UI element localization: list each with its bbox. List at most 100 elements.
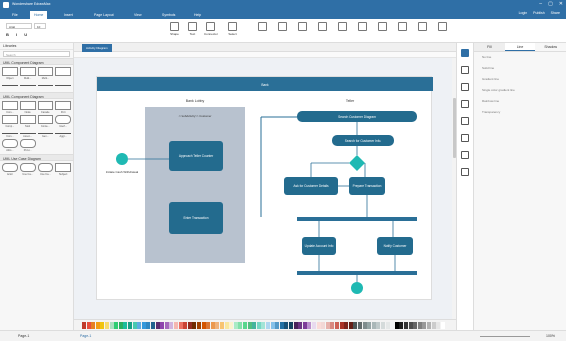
color-swatch[interactable]	[362, 322, 367, 329]
shape-item[interactable]	[55, 67, 71, 76]
line-option-rainbow[interactable]: Rainbow line	[474, 96, 566, 107]
color-swatch[interactable]	[367, 322, 372, 329]
color-swatch[interactable]	[316, 322, 321, 329]
color-swatch[interactable]	[307, 322, 312, 329]
arrange-icon[interactable]	[318, 22, 327, 31]
color-swatch[interactable]	[243, 322, 247, 329]
menu-tab-help[interactable]: Help	[190, 11, 205, 19]
color-swatch[interactable]	[183, 322, 188, 329]
decision-node[interactable]	[349, 155, 365, 171]
library-section-uml-component[interactable]: UML Component Diagram	[0, 58, 73, 65]
zoom-slider[interactable]	[480, 336, 530, 337]
color-swatch[interactable]	[330, 322, 335, 329]
color-swatch[interactable]	[238, 322, 243, 329]
fill-icon[interactable]	[278, 22, 287, 31]
shape-item[interactable]	[2, 133, 18, 134]
shape-item[interactable]	[19, 133, 36, 134]
color-swatch[interactable]	[169, 322, 174, 329]
shape-item[interactable]	[2, 85, 18, 86]
color-swatch[interactable]	[436, 322, 441, 329]
color-swatch[interactable]	[279, 322, 284, 329]
color-swatch[interactable]	[105, 322, 109, 329]
color-swatch[interactable]	[261, 322, 266, 329]
text-format-icon[interactable]	[461, 66, 469, 74]
color-swatch[interactable]	[178, 322, 183, 329]
shape-tool[interactable]: Shape	[170, 22, 179, 36]
format-icon[interactable]	[461, 49, 469, 57]
line-option-single-gradient[interactable]: Single color gradient line	[474, 85, 566, 96]
color-swatch[interactable]	[252, 322, 257, 329]
subject-shape[interactable]	[55, 163, 71, 172]
image-icon[interactable]	[461, 83, 469, 91]
maximize-button[interactable]: ▢	[548, 1, 553, 7]
library-search-input[interactable]: Search	[3, 51, 70, 57]
menu-tab-file[interactable]: File	[8, 11, 22, 19]
library-section-uml-component-2[interactable]: UML Component Diagram	[0, 92, 73, 99]
color-swatch[interactable]	[266, 322, 270, 329]
color-swatch[interactable]	[91, 322, 96, 329]
use-case-shape[interactable]	[19, 163, 36, 172]
color-swatch[interactable]	[422, 322, 427, 329]
color-swatch[interactable]	[229, 322, 234, 329]
replace-icon[interactable]	[438, 22, 447, 31]
minimize-button[interactable]: –	[539, 1, 542, 7]
size-icon[interactable]	[398, 22, 407, 31]
shape-item[interactable]	[19, 67, 36, 76]
color-swatch[interactable]	[312, 322, 316, 329]
shape-item[interactable]	[19, 115, 36, 124]
color-swatch[interactable]	[118, 322, 123, 329]
shape-item[interactable]	[2, 115, 18, 124]
shape-item[interactable]	[55, 85, 71, 86]
document-tab[interactable]: Activity Diagram	[82, 44, 112, 52]
menu-tab-symbols[interactable]: Symbols	[158, 11, 179, 19]
color-swatch[interactable]	[123, 322, 128, 329]
page-selector[interactable]: Page-1	[18, 334, 29, 338]
color-swatch[interactable]	[413, 322, 418, 329]
color-swatch[interactable]	[215, 322, 220, 329]
color-swatch[interactable]	[427, 322, 431, 329]
color-swatch[interactable]	[335, 322, 339, 329]
menu-tab-insert[interactable]: Insert	[60, 11, 77, 19]
menu-tab-view[interactable]: View	[130, 11, 146, 19]
close-button[interactable]: ✕	[559, 1, 563, 7]
rotate-icon[interactable]	[378, 22, 387, 31]
color-swatch[interactable]	[358, 322, 362, 329]
color-swatch[interactable]	[206, 322, 211, 329]
color-swatch[interactable]	[128, 322, 132, 329]
color-swatch[interactable]	[394, 322, 399, 329]
color-swatch[interactable]	[197, 322, 201, 329]
color-swatch[interactable]	[385, 322, 390, 329]
color-swatch[interactable]	[132, 322, 137, 329]
line-transparency[interactable]: Transparency	[474, 107, 566, 118]
drawing-canvas[interactable]: Bank Bank Lobby Teller <<subActivity>> C…	[74, 58, 456, 319]
color-swatch[interactable]	[151, 322, 155, 329]
color-swatch[interactable]	[220, 322, 224, 329]
color-swatch[interactable]	[344, 322, 349, 329]
shape-item[interactable]	[37, 115, 54, 124]
shape-item[interactable]	[37, 133, 54, 134]
menu-tab-home[interactable]: Home	[30, 11, 48, 19]
color-swatch[interactable]	[408, 322, 413, 329]
color-swatch[interactable]	[270, 322, 275, 329]
use-case-shape[interactable]	[37, 163, 54, 172]
color-swatch[interactable]	[164, 322, 169, 329]
color-swatch[interactable]	[325, 322, 330, 329]
tab-shadow[interactable]: Shadow	[535, 43, 566, 51]
page-tab[interactable]: Page-1	[80, 334, 91, 338]
menu-tab-page-layout[interactable]: Page Layout	[90, 11, 118, 19]
shape-item[interactable]	[2, 67, 18, 76]
color-swatch[interactable]	[381, 322, 385, 329]
text-tool[interactable]: Text	[188, 22, 197, 36]
font-size-select[interactable]: 10	[34, 23, 46, 29]
shape-item[interactable]	[2, 139, 18, 148]
actor-shape[interactable]	[2, 163, 18, 172]
history-icon[interactable]	[461, 168, 469, 176]
color-swatch[interactable]	[137, 322, 142, 329]
layers-icon[interactable]	[461, 100, 469, 108]
shape-item[interactable]	[55, 115, 71, 124]
color-swatch[interactable]	[339, 322, 344, 329]
text-format-buttons[interactable]: B I U	[6, 32, 30, 37]
tab-line[interactable]: Line	[504, 43, 536, 51]
lane-bank-lobby[interactable]	[145, 107, 245, 263]
color-swatch[interactable]	[82, 322, 86, 329]
